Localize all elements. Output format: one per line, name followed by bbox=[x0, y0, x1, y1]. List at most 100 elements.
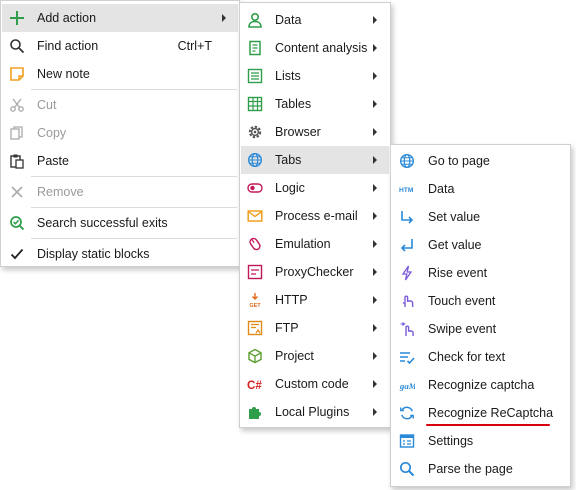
menu-item-label: Recognize ReCaptcha bbox=[428, 406, 554, 420]
menu-item-tab-data[interactable]: HTM Data bbox=[392, 175, 569, 203]
menu-item-remove[interactable]: Remove bbox=[2, 178, 238, 206]
menu-item-label: Settings bbox=[428, 434, 474, 448]
menu-item-label: Process e-mail bbox=[275, 209, 358, 223]
menu-item-cut[interactable]: Cut bbox=[2, 91, 238, 119]
menu-item-content-analysis[interactable]: Content analysis bbox=[241, 34, 389, 62]
shortcut-label: Ctrl+T bbox=[177, 39, 212, 53]
captcha-icon: gaM bbox=[398, 376, 416, 394]
menu-item-paste[interactable]: Paste bbox=[2, 147, 238, 175]
menu-item-label: Data bbox=[428, 182, 455, 196]
menu-item-new-note[interactable]: New note bbox=[2, 60, 238, 88]
menu-item-get-value[interactable]: Get value bbox=[392, 231, 569, 259]
menu-item-copy[interactable]: Copy bbox=[2, 119, 238, 147]
menu-item-recognize-recaptcha[interactable]: Recognize ReCaptcha bbox=[392, 399, 569, 427]
table-icon bbox=[246, 95, 264, 113]
menu-item-data[interactable]: Data bbox=[241, 6, 389, 34]
menu-item-label: Content analysis bbox=[275, 41, 368, 55]
menu-item-emulation[interactable]: Emulation bbox=[241, 230, 389, 258]
menu-item-label: Data bbox=[275, 13, 302, 27]
menu-item-label: Parse the page bbox=[428, 462, 513, 476]
menu-item-touch-event[interactable]: Touch event bbox=[392, 287, 569, 315]
search-check-icon bbox=[8, 214, 26, 232]
submenu-arrow-icon bbox=[373, 72, 377, 80]
submenu-arrow-icon bbox=[373, 268, 377, 276]
scissors-icon bbox=[8, 96, 26, 114]
copy-icon bbox=[8, 124, 26, 142]
menu-item-tabs[interactable]: Tabs bbox=[241, 146, 389, 174]
touch-icon bbox=[398, 292, 416, 310]
submenu-arrow-icon bbox=[373, 352, 377, 360]
context-menu: Add action Find action Ctrl+T New note C… bbox=[0, 0, 240, 267]
menu-item-label: Copy bbox=[37, 126, 67, 140]
menu-item-parse-the-page[interactable]: Parse the page bbox=[392, 455, 569, 483]
lightning-icon bbox=[398, 264, 416, 282]
menu-item-ftp[interactable]: FTP bbox=[241, 314, 389, 342]
add-action-submenu: Data Content analysis Lists Tables Brows… bbox=[239, 2, 391, 428]
menu-item-label: Touch event bbox=[428, 294, 496, 308]
menu-separator bbox=[31, 207, 237, 208]
menu-item-proxychecker[interactable]: ProxyChecker bbox=[241, 258, 389, 286]
submenu-arrow-icon bbox=[373, 324, 377, 332]
menu-item-label: Logic bbox=[275, 181, 305, 195]
annotation-underline bbox=[426, 424, 550, 426]
magnifier-icon bbox=[398, 460, 416, 478]
paste-icon bbox=[8, 152, 26, 170]
submenu-arrow-icon bbox=[373, 240, 377, 248]
menu-item-label: Add action bbox=[37, 11, 97, 25]
submenu-arrow-icon bbox=[373, 128, 377, 136]
menu-item-custom-code[interactable]: C# Custom code bbox=[241, 370, 389, 398]
close-icon bbox=[8, 183, 26, 201]
menu-item-display-static-blocks[interactable]: Display static blocks bbox=[2, 240, 238, 268]
menu-item-label: Swipe event bbox=[428, 322, 497, 336]
mouse-icon bbox=[246, 235, 264, 253]
http-get-icon: GET bbox=[246, 291, 264, 309]
menu-item-http[interactable]: GET HTTP bbox=[241, 286, 389, 314]
proxy-icon bbox=[246, 263, 264, 281]
menu-item-label: Get value bbox=[428, 238, 482, 252]
menu-item-label: Set value bbox=[428, 210, 481, 224]
menu-item-process-e-mail[interactable]: Process e-mail bbox=[241, 202, 389, 230]
document-icon bbox=[246, 39, 264, 57]
checkmark-icon bbox=[8, 245, 26, 263]
menu-item-project[interactable]: Project bbox=[241, 342, 389, 370]
menu-item-label: Tables bbox=[275, 97, 312, 111]
menu-item-settings[interactable]: Settings bbox=[392, 427, 569, 455]
tabs-submenu: Go to page HTM Data Set value Get value … bbox=[390, 144, 571, 487]
menu-item-add-action[interactable]: Add action bbox=[2, 4, 238, 32]
menu-item-go-to-page[interactable]: Go to page bbox=[392, 147, 569, 175]
menu-item-label: FTP bbox=[275, 321, 299, 335]
ftp-icon bbox=[246, 319, 264, 337]
menu-item-browser[interactable]: Browser bbox=[241, 118, 389, 146]
menu-item-find-action[interactable]: Find action Ctrl+T bbox=[2, 32, 238, 60]
menu-item-search-successful-exits[interactable]: Search successful exits bbox=[2, 209, 238, 237]
envelope-icon bbox=[246, 207, 264, 225]
submenu-arrow-icon bbox=[373, 212, 377, 220]
submenu-arrow-icon bbox=[222, 14, 226, 22]
puzzle-icon bbox=[246, 403, 264, 421]
menu-item-check-for-text[interactable]: Check for text bbox=[392, 343, 569, 371]
menu-item-rise-event[interactable]: Rise event bbox=[392, 259, 569, 287]
menu-item-lists[interactable]: Lists bbox=[241, 62, 389, 90]
globe-icon bbox=[246, 151, 264, 169]
arrow-down-left-icon bbox=[398, 236, 416, 254]
menu-item-logic[interactable]: Logic bbox=[241, 174, 389, 202]
menu-separator bbox=[31, 238, 237, 239]
menu-item-label: Find action bbox=[37, 39, 99, 53]
svg-text:GET: GET bbox=[249, 303, 261, 308]
menu-item-tables[interactable]: Tables bbox=[241, 90, 389, 118]
submenu-arrow-icon bbox=[373, 296, 377, 304]
submenu-arrow-icon bbox=[373, 408, 377, 416]
menu-item-label: Project bbox=[275, 349, 314, 363]
html-icon: HTM bbox=[398, 180, 416, 198]
menu-item-label: Paste bbox=[37, 154, 69, 168]
menu-item-local-plugins[interactable]: Local Plugins bbox=[241, 398, 389, 426]
menu-item-label: Search successful exits bbox=[37, 216, 168, 230]
settings-window-icon bbox=[398, 432, 416, 450]
menu-item-set-value[interactable]: Set value bbox=[392, 203, 569, 231]
submenu-arrow-icon bbox=[373, 380, 377, 388]
check-list-icon bbox=[398, 348, 416, 366]
menu-item-swipe-event[interactable]: Swipe event bbox=[392, 315, 569, 343]
csharp-icon: C# bbox=[246, 375, 264, 393]
menu-item-label: Tabs bbox=[275, 153, 302, 167]
menu-item-recognize-captcha[interactable]: gaM Recognize captcha bbox=[392, 371, 569, 399]
